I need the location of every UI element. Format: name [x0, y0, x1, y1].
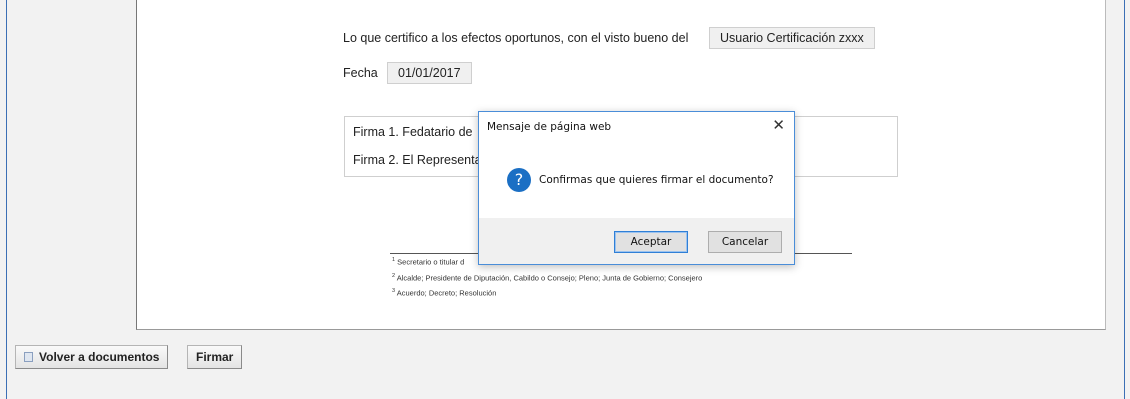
question-icon: ?	[507, 168, 531, 192]
dialog-footer: Aceptar Cancelar	[479, 218, 794, 264]
document-icon	[24, 352, 33, 362]
date-field: 01/01/2017	[387, 62, 472, 84]
signature-2-label: Firma 2. El Representa	[353, 153, 482, 167]
certify-text: Lo que certifico a los efectos oportunos…	[343, 31, 689, 45]
dialog-title: Mensaje de página web	[487, 121, 612, 133]
back-to-documents-button[interactable]: Volver a documentos	[15, 345, 169, 369]
back-to-documents-label: Volver a documentos	[39, 350, 160, 364]
window-border-left	[6, 0, 7, 399]
dialog-message: Confirmas que quieres firmar el document…	[539, 174, 774, 186]
accept-button[interactable]: Aceptar	[614, 231, 688, 253]
confirm-dialog: Mensaje de página web ✕ ? Confirmas que …	[478, 111, 795, 265]
signature-1-label: Firma 1. Fedatario de	[353, 125, 473, 139]
close-icon[interactable]: ✕	[772, 116, 785, 134]
footnote-1: 1 Secretario o titular d	[392, 257, 465, 267]
date-label: Fecha	[343, 66, 378, 80]
footnote-3: 3 Acuerdo; Decreto; Resolución	[392, 288, 497, 298]
sign-button[interactable]: Firmar	[187, 345, 243, 369]
footnote-2: 2 Alcalde; Presidente de Diputación, Cab…	[392, 273, 703, 283]
window-border-right	[1124, 0, 1125, 399]
cancel-button[interactable]: Cancelar	[708, 231, 782, 253]
approver-field: Usuario Certificación zxxx	[709, 27, 875, 49]
sign-button-label: Firmar	[196, 350, 234, 364]
